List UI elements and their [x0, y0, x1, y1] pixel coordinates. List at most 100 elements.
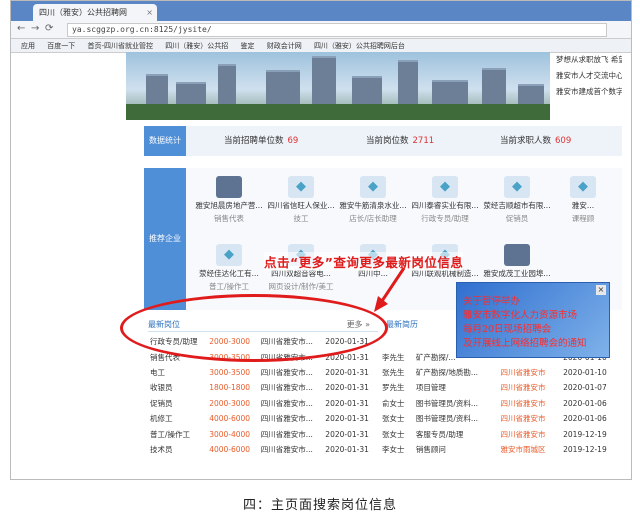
location-pin-icon: ◆ [288, 176, 314, 198]
table-row[interactable]: 李女士 销售顾问 雅安市雨城区 2019-12-19 [380, 442, 622, 457]
stat-employers: 当前招聘单位数 69 [224, 126, 298, 156]
date-cell: 2020-01-07 [563, 383, 607, 393]
stat-label: 当前求职人数 [500, 136, 552, 146]
date-cell: 2020-01-31 [325, 414, 369, 424]
notice-line: 关于暂停举办 [463, 296, 521, 307]
bookmark-item[interactable]: 百度一下 [47, 39, 75, 52]
notice-popup[interactable]: × 关于暂停举办 雅安市数字化人力资源市场 每月20日现场招聘会 及开展线上网络… [456, 282, 610, 358]
desired-job-cell: 矿产勘探/地质勘... [415, 367, 479, 377]
salary-cell: 1800-1800 [209, 383, 251, 393]
location-cell: 四川省雅安市 [500, 398, 546, 408]
back-icon[interactable]: ← [17, 23, 25, 34]
enterprise-card[interactable]: ◆ 雅安... 课程顾 [544, 170, 622, 236]
stat-positions: 当前岗位数 2711 [366, 126, 434, 156]
forward-icon[interactable]: → [31, 23, 39, 34]
bookmark-item[interactable]: 首页-四川省就业管控 [87, 39, 153, 52]
bookmark-item[interactable]: 财政会计网 [267, 39, 302, 52]
highlight-oval [120, 294, 388, 362]
job-title-cell: 机修工 [150, 414, 173, 424]
location-cell: 四川省雅安市... [260, 429, 313, 439]
table-row[interactable]: 普工/操作工 3000-4000 四川省雅安市... 2020-01-31 [148, 426, 378, 441]
stats-label: 数据统计 [144, 126, 186, 156]
building-shape [312, 56, 336, 110]
table-row[interactable]: 收银员 1800-1800 四川省雅安市... 2020-01-31 [148, 380, 378, 395]
company-logo [504, 244, 530, 266]
table-row[interactable]: 促销员 2000-3000 四川省雅安市... 2020-01-31 [148, 396, 378, 411]
company-logo [216, 176, 242, 198]
name-cell: 张先生 [382, 367, 405, 377]
table-row[interactable]: 张女士 图书管理员/资料... 四川省雅安市 2020-01-06 [380, 411, 622, 426]
job-title-cell: 普工/操作工 [150, 429, 191, 439]
table-row[interactable]: 罗先生 项目管理 四川省雅安市 2020-01-07 [380, 380, 622, 395]
stat-jobseekers: 当前求职人数 609 [500, 126, 571, 156]
location-cell: 四川省雅安市 [500, 429, 546, 439]
ticker-item[interactable]: 雅安市人才交流中心主任 [556, 68, 622, 84]
name-cell: 李女士 [382, 444, 405, 454]
address-bar-row: ← → ⟳ ya.scggzp.org.cn:8125/jysite/ [11, 21, 631, 39]
close-tab-icon[interactable]: × [146, 4, 153, 21]
close-icon[interactable]: × [596, 285, 606, 295]
job-title-cell: 促销员 [150, 398, 173, 408]
bookmark-item[interactable]: 鉴定 [240, 39, 254, 52]
city-banner-image [126, 52, 550, 120]
location-cell: 四川省雅安市... [260, 414, 313, 424]
table-row[interactable]: 机修工 4000-6000 四川省雅安市... 2020-01-31 [148, 411, 378, 426]
notice-line: 及开展线上网络招聘会的通知 [463, 338, 587, 349]
location-cell: 四川省雅安市... [260, 444, 313, 454]
location-cell: 四川省雅安市... [260, 398, 313, 408]
table-row[interactable]: 俞女士 图书管理员/资料... 四川省雅安市 2020-01-06 [380, 396, 622, 411]
table-row[interactable]: 张先生 矿产勘探/地质勘... 四川省雅安市 2020-01-10 [380, 365, 622, 380]
stat-label: 当前岗位数 [366, 136, 409, 146]
desired-job-cell: 图书管理员/资料... [415, 398, 479, 408]
location-cell: 四川省雅安市 [500, 383, 546, 393]
company-job: 课程顾 [571, 214, 595, 223]
date-cell: 2020-01-31 [325, 398, 369, 408]
job-title-cell: 收银员 [150, 383, 173, 393]
ticker-item[interactable]: 梦想从求职放飞 希望由 [556, 52, 622, 68]
job-title-cell: 电工 [150, 367, 165, 377]
browser-tab[interactable]: 四川（雅安）公共招聘网 × [33, 4, 157, 21]
table-row[interactable]: 张女士 客服专员/助理 四川省雅安市 2019-12-19 [380, 426, 622, 441]
stat-label: 当前招聘单位数 [224, 136, 284, 146]
company-name: 雅安成茂工业园埠... [483, 269, 551, 278]
notice-line: 雅安市数字化人力资源市场 [463, 310, 578, 321]
date-cell: 2019-12-19 [563, 429, 607, 439]
desired-job-cell: 销售顾问 [415, 444, 446, 454]
location-pin-icon: ◆ [216, 244, 242, 266]
job-title-cell: 技术员 [150, 444, 173, 454]
company-name: 雅安... [571, 201, 595, 210]
notice-line: 每月20日现场招聘会 [463, 324, 552, 335]
desired-job-cell: 客服专员/助理 [415, 429, 464, 439]
reload-icon[interactable]: ⟳ [45, 23, 53, 34]
table-row[interactable]: 技术员 4000-6000 四川省雅安市... 2020-01-31 [148, 442, 378, 457]
name-cell: 罗先生 [382, 383, 405, 393]
date-cell: 2020-01-31 [325, 444, 369, 454]
name-cell [380, 334, 414, 349]
latest-resumes-title: 最新简历 [386, 320, 418, 329]
bookmark-item[interactable]: 应用 [21, 39, 35, 52]
date-cell: 2020-01-06 [563, 398, 607, 408]
desired-job-cell: 图书管理员/资料... [415, 414, 479, 424]
news-ticker: 梦想从求职放飞 希望由 雅安市人才交流中心主任 雅安市建成首个数字化人 [552, 52, 622, 120]
date-cell: 2020-01-31 [325, 367, 369, 377]
location-pin-icon: ◆ [570, 176, 596, 198]
ticker-item[interactable]: 雅安市建成首个数字化人 [556, 84, 622, 100]
building-shape [398, 60, 418, 110]
salary-cell: 4000-6000 [209, 444, 251, 454]
location-cell: 四川省雅安市 [500, 414, 546, 424]
tab-bar: 四川（雅安）公共招聘网 × [11, 1, 631, 21]
url-field[interactable]: ya.scggzp.org.cn:8125/jysite/ [67, 23, 607, 37]
date-cell: 2019-12-19 [563, 444, 607, 454]
name-cell: 李先生 [382, 352, 405, 362]
annotation-arrow-icon [374, 267, 406, 312]
bookmark-item[interactable]: 四川（雅安）公共招 [165, 39, 228, 52]
name-cell: 俞女士 [382, 398, 405, 408]
date-cell: 2020-01-10 [563, 367, 607, 377]
bookmark-item[interactable]: 四川（雅安）公共招聘网后台 [314, 39, 405, 52]
location-pin-icon: ◆ [504, 176, 530, 198]
name-cell: 张女士 [382, 414, 405, 424]
bookmarks-bar: 应用 百度一下 首页-四川省就业管控 四川（雅安）公共招 鉴定 财政会计网 四川… [11, 39, 631, 53]
salary-cell: 4000-6000 [209, 414, 251, 424]
location-cell: 四川省雅安市... [260, 383, 313, 393]
table-row[interactable]: 电工 3000-3500 四川省雅安市... 2020-01-31 [148, 365, 378, 380]
